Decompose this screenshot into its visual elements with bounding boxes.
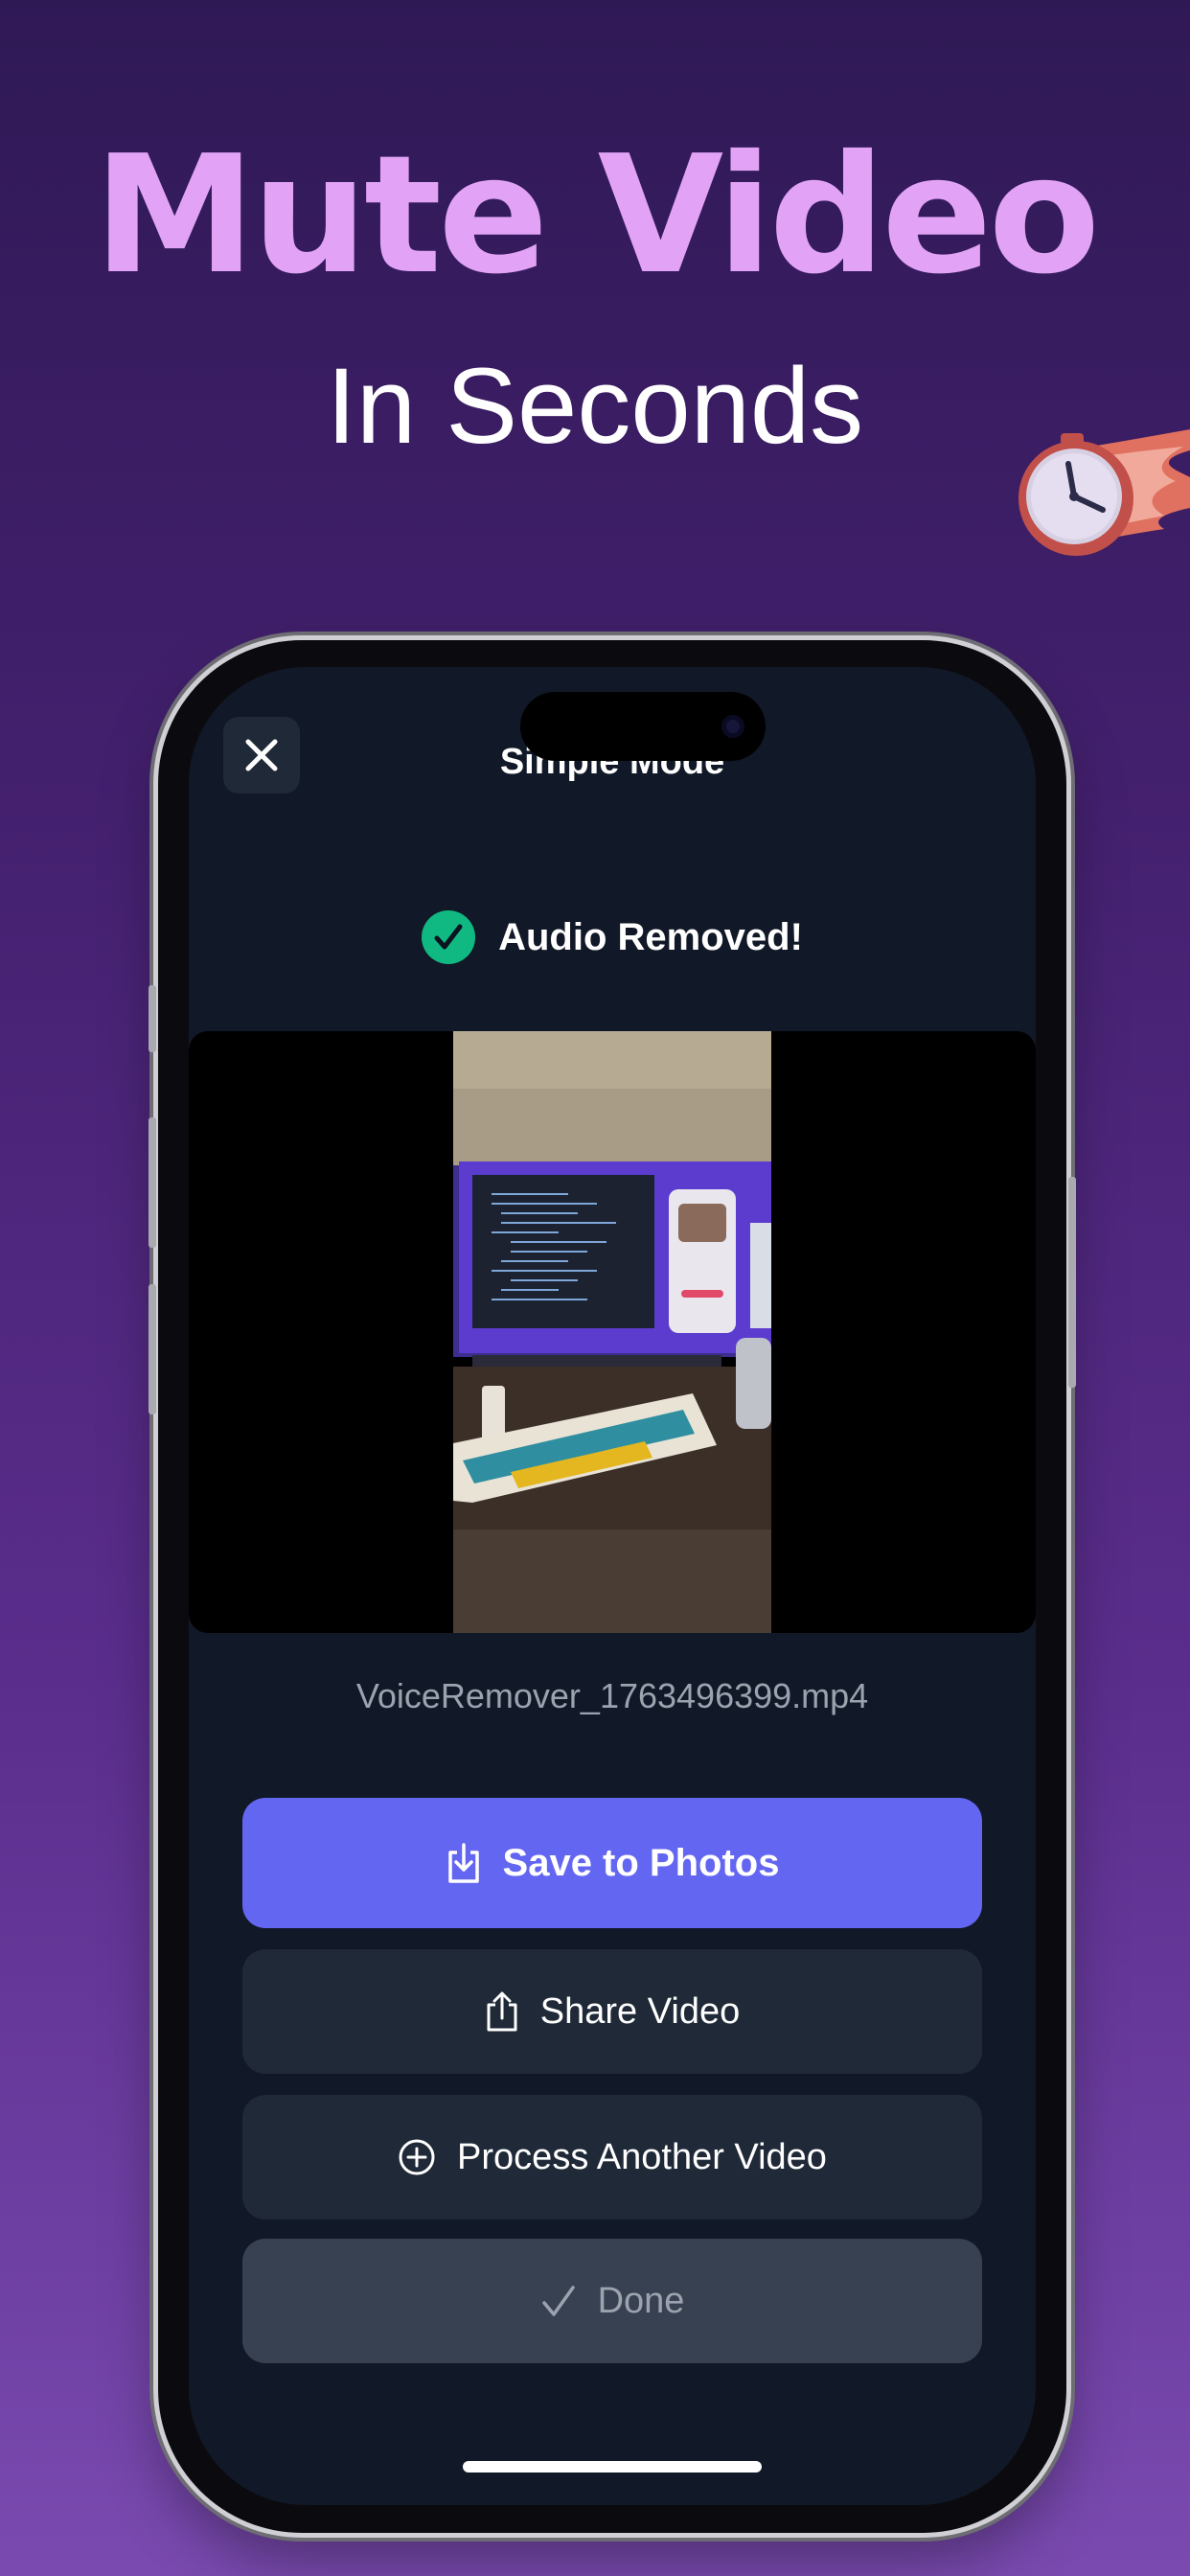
mute-switch [149,985,156,1052]
save-to-photos-button[interactable]: Save to Photos [242,1798,982,1928]
done-label: Done [597,2280,685,2321]
status-text: Audio Removed! [498,915,803,958]
process-another-video-label: Process Another Video [457,2136,827,2177]
volume-up-button [149,1117,156,1248]
done-button[interactable]: Done [242,2239,982,2363]
video-file-name: VoiceRemover_1763496399.mp4 [355,1676,869,1715]
app-screen: Simple Mode Audio Removed! VoiceRemover_… [189,667,1036,2505]
checkmark-icon [541,2286,575,2316]
power-button [1068,1177,1076,1388]
process-another-video-button[interactable]: Process Another Video [242,2095,982,2220]
video-player[interactable] [189,1031,1036,1633]
share-video-label: Share Video [539,1990,741,2032]
dynamic-island [520,692,766,761]
phone-frame: Simple Mode Audio Removed! VoiceRemover_… [149,640,1076,2533]
download-to-device-icon [447,1843,479,1883]
video-thumbnail [453,1031,771,1633]
plus-circle-icon [399,2139,435,2175]
share-video-button[interactable]: Share Video [242,1949,982,2074]
volume-down-button [149,1284,156,1414]
promo-headline: Mute Video [93,121,1101,310]
camera-icon [721,715,744,738]
home-indicator[interactable] [463,2461,762,2472]
share-icon [487,1991,517,2032]
status-banner: Audio Removed! [189,910,1036,964]
close-button[interactable] [223,717,300,794]
close-icon [245,739,278,771]
flying-clock-icon [1018,429,1190,556]
checkmark-circle-icon [422,910,476,964]
save-to-photos-label: Save to Photos [502,1841,780,1884]
